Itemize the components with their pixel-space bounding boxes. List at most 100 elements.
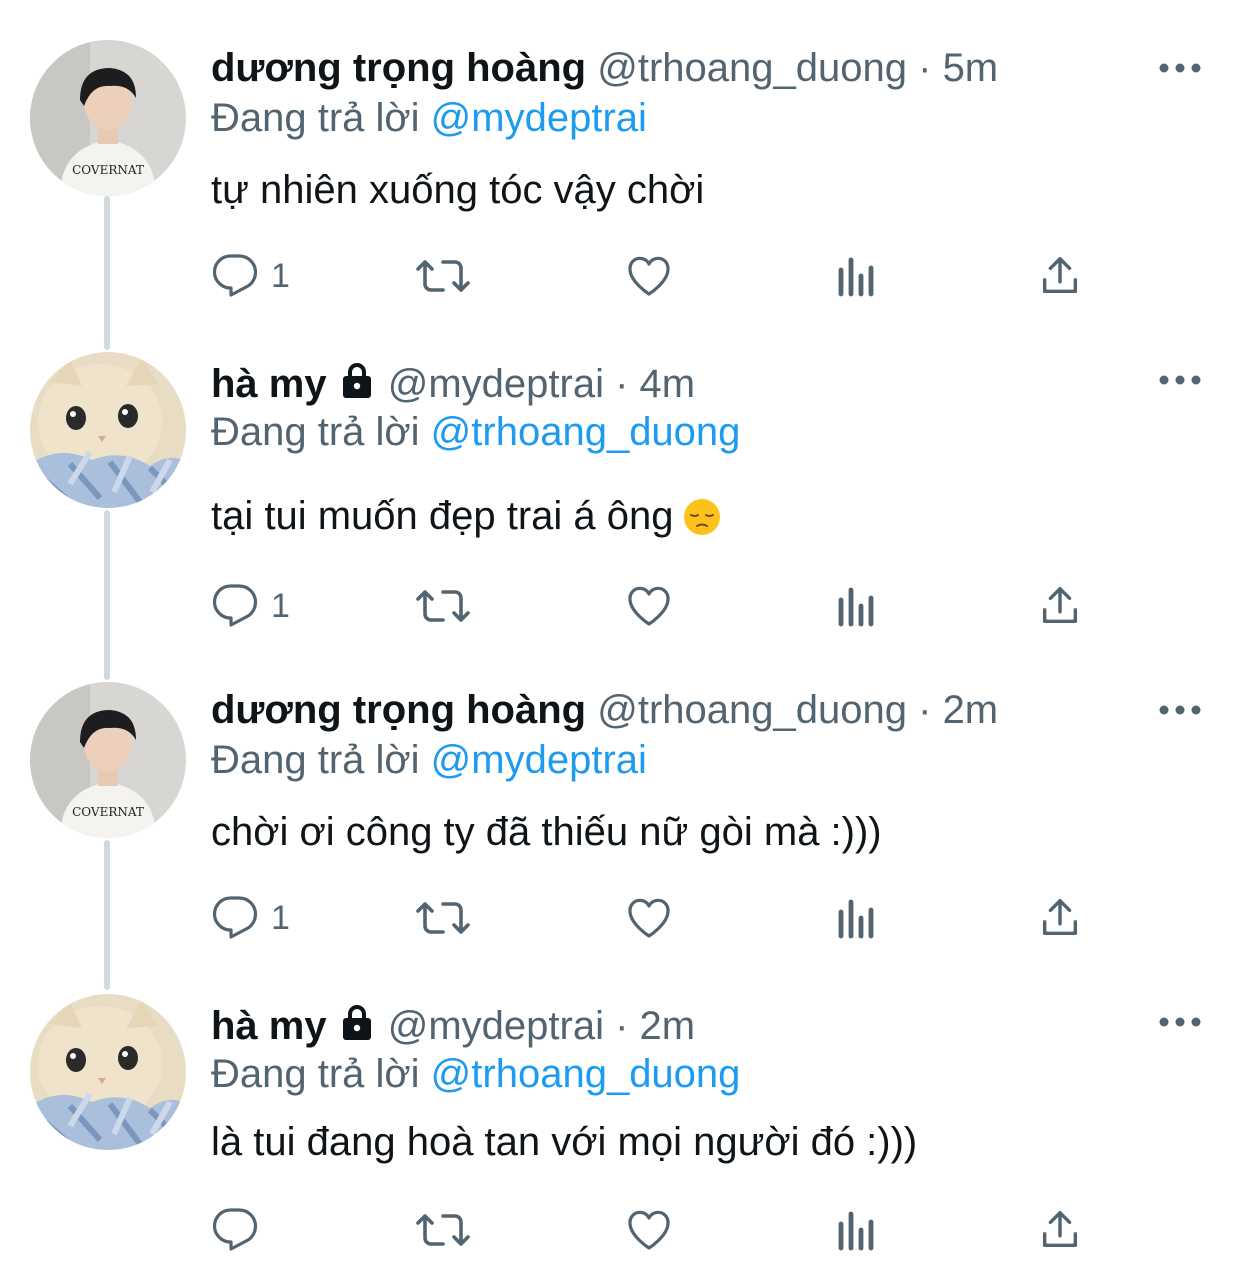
reply-prefix: Đang trả lời — [211, 96, 420, 140]
reply-count: 1 — [271, 256, 290, 295]
tweet[interactable]: COVERNAT dương trọng hoàng @trhoang_duon… — [0, 682, 1242, 972]
person-avatar-image: COVERNAT — [30, 682, 186, 838]
handle[interactable]: @trhoang_duong — [597, 46, 907, 90]
share-button[interactable] — [1037, 246, 1083, 306]
action-bar: 1 — [211, 246, 1111, 306]
timestamp[interactable]: 4m — [640, 362, 696, 406]
display-name[interactable]: hà my — [211, 362, 327, 406]
pensive-face-emoji — [683, 499, 720, 535]
reply-count: 1 — [271, 586, 290, 625]
views-button[interactable] — [835, 1200, 879, 1260]
action-bar: 1 — [211, 576, 1111, 636]
retweet-icon — [416, 590, 470, 622]
views-button[interactable] — [835, 888, 879, 948]
share-icon — [1042, 1211, 1078, 1248]
reply-button[interactable]: 1 — [211, 888, 290, 948]
reply-context: Đang trả lời @mydeptrai — [211, 92, 647, 144]
views-icon — [838, 1211, 874, 1251]
like-icon — [628, 898, 670, 938]
reply-icon — [212, 584, 258, 627]
retweet-button[interactable] — [415, 576, 471, 636]
shirt-text: COVERNAT — [72, 163, 144, 177]
avatar[interactable]: COVERNAT — [30, 682, 186, 838]
share-icon — [1042, 899, 1078, 936]
tweet[interactable]: COVERNAT dương trọng hoàng @trhoang_duon… — [0, 40, 1242, 330]
reply-prefix: Đang trả lời — [211, 1052, 420, 1096]
tweet[interactable]: hà my @mydeptrai · 2m Đang trả lời @trho… — [0, 994, 1242, 1264]
reply-mention[interactable]: @mydeptrai — [431, 96, 647, 140]
share-button[interactable] — [1037, 576, 1083, 636]
action-bar — [211, 1200, 1111, 1260]
tweet-header: dương trọng hoàng @trhoang_duong · 5m — [211, 42, 998, 94]
cat-avatar-image — [30, 352, 186, 508]
separator: · — [615, 1004, 629, 1048]
avatar[interactable] — [30, 352, 186, 508]
like-icon — [628, 586, 670, 626]
retweet-icon — [416, 902, 470, 934]
like-icon — [628, 256, 670, 296]
like-button[interactable] — [625, 1200, 673, 1260]
retweet-button[interactable] — [415, 888, 471, 948]
lock-icon — [342, 363, 371, 398]
retweet-button[interactable] — [415, 1200, 471, 1260]
reply-context: Đang trả lời @trhoang_duong — [211, 1048, 740, 1100]
reply-button[interactable] — [211, 1200, 271, 1260]
handle[interactable]: @mydeptrai — [388, 362, 604, 406]
reply-prefix: Đang trả lời — [211, 738, 420, 782]
display-name[interactable]: dương trọng hoàng — [211, 688, 586, 732]
more-icon[interactable] — [1158, 1014, 1202, 1030]
reply-count: 1 — [271, 898, 290, 937]
tweet-header: dương trọng hoàng @trhoang_duong · 2m — [211, 684, 998, 736]
display-name[interactable]: hà my — [211, 1004, 327, 1048]
reply-icon — [212, 254, 258, 297]
reply-mention[interactable]: @mydeptrai — [431, 738, 647, 782]
views-icon — [838, 899, 874, 939]
reply-mention[interactable]: @trhoang_duong — [431, 410, 741, 454]
tweet-text: tự nhiên xuống tóc vậy chời — [211, 168, 705, 212]
person-avatar-image: COVERNAT — [30, 40, 186, 196]
reply-mention[interactable]: @trhoang_duong — [431, 1052, 741, 1096]
separator: · — [615, 362, 629, 406]
retweet-icon — [416, 260, 470, 292]
share-icon — [1042, 257, 1078, 294]
like-button[interactable] — [625, 576, 673, 636]
handle[interactable]: @mydeptrai — [388, 1004, 604, 1048]
shirt-text: COVERNAT — [72, 805, 144, 819]
tweet[interactable]: hà my @mydeptrai · 4m Đang trả lời @trho… — [0, 352, 1242, 652]
tweet-text-content: tại tui muốn đẹp trai á ông — [211, 494, 674, 538]
cat-avatar-image — [30, 994, 186, 1150]
share-button[interactable] — [1037, 1200, 1083, 1260]
retweet-icon — [416, 1214, 470, 1246]
tweet-header: hà my @mydeptrai · 4m — [211, 358, 695, 410]
more-icon[interactable] — [1158, 702, 1202, 718]
reply-button[interactable]: 1 — [211, 576, 290, 636]
action-bar: 1 — [211, 888, 1111, 948]
reply-button[interactable]: 1 — [211, 246, 290, 306]
like-button[interactable] — [625, 246, 673, 306]
reply-context: Đang trả lời @trhoang_duong — [211, 406, 740, 458]
reply-prefix: Đang trả lời — [211, 410, 420, 454]
timestamp[interactable]: 2m — [640, 1004, 696, 1048]
like-button[interactable] — [625, 888, 673, 948]
reply-context: Đang trả lời @mydeptrai — [211, 734, 647, 786]
separator: · — [918, 688, 932, 732]
avatar[interactable] — [30, 994, 186, 1150]
views-button[interactable] — [835, 576, 879, 636]
tweet-text: chời ơi công ty đã thiếu nữ gòi mà :))) — [211, 810, 882, 854]
views-icon — [838, 257, 874, 297]
separator: · — [918, 46, 932, 90]
retweet-button[interactable] — [415, 246, 471, 306]
more-icon[interactable] — [1158, 372, 1202, 388]
timestamp[interactable]: 2m — [943, 688, 999, 732]
timestamp[interactable]: 5m — [943, 46, 999, 90]
views-icon — [838, 587, 874, 627]
avatar[interactable]: COVERNAT — [30, 40, 186, 196]
lock-icon — [342, 1005, 371, 1040]
more-icon[interactable] — [1158, 60, 1202, 76]
reply-icon — [212, 896, 258, 939]
tweet-text: là tui đang hoà tan với mọi người đó :))… — [211, 1120, 918, 1164]
views-button[interactable] — [835, 246, 879, 306]
share-button[interactable] — [1037, 888, 1083, 948]
handle[interactable]: @trhoang_duong — [597, 688, 907, 732]
display-name[interactable]: dương trọng hoàng — [211, 46, 586, 90]
